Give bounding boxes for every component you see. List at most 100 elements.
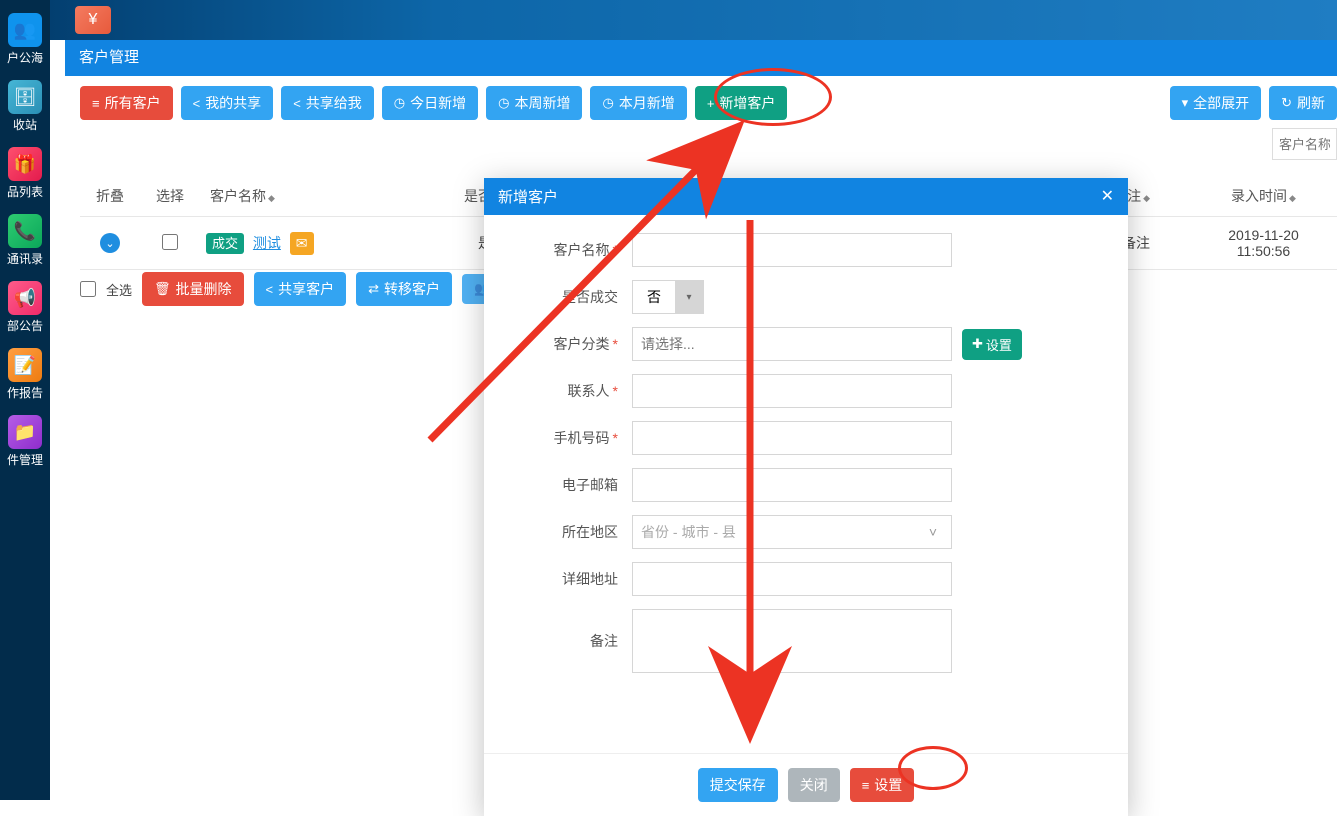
region-select[interactable]: 省份 - 城市 - 县 xyxy=(632,515,952,549)
sidebar-label: 件管理 xyxy=(7,453,43,467)
expand-row-icon[interactable]: ⌄ xyxy=(100,233,120,253)
label: 电子邮箱 xyxy=(562,477,618,493)
sidebar-label: 部公告 xyxy=(7,319,43,333)
btn-shared-to-me[interactable]: < 共享给我 xyxy=(281,86,374,120)
btn-label: 刷新 xyxy=(1297,93,1325,113)
chevron-down-icon: ▾ xyxy=(675,281,703,313)
btn-month-new[interactable]: ◷本月新增 xyxy=(590,86,686,120)
phone-icon: 📞 xyxy=(8,214,42,248)
sidebar-item-4[interactable]: 📢 部公告 xyxy=(0,273,50,340)
field-region: 所在地区省份 - 城市 - 县 xyxy=(512,515,1100,549)
modal-footer: 提交保存 关闭 ≡设置 xyxy=(484,753,1128,816)
btn-label: 新增客户 xyxy=(719,93,775,113)
share-icon: < xyxy=(293,96,301,111)
btn-my-share[interactable]: < 我的共享 xyxy=(181,86,274,120)
btn-label: 设置 xyxy=(874,775,902,795)
btn-all-customers[interactable]: ≡ 所有客户 xyxy=(80,86,173,120)
btn-label: 我的共享 xyxy=(205,93,261,113)
finance-chip[interactable]: ¥ xyxy=(75,6,111,34)
region-placeholder: 省份 - 城市 - 县 xyxy=(641,522,736,542)
btn-label: 本周新增 xyxy=(514,93,570,113)
folder-icon: 📁 xyxy=(8,415,42,449)
label: 详细地址 xyxy=(562,571,618,587)
field-name: 客户名称* xyxy=(512,233,1100,267)
bulk-action-bar: 全选 🗑批量删除 <共享客户 ⇄转移客户 👥 xyxy=(80,272,502,306)
sidebar-item-5[interactable]: 📝 作报告 xyxy=(0,340,50,407)
search-input[interactable] xyxy=(1272,128,1337,160)
people-icon: 👥 xyxy=(8,13,42,47)
address-input[interactable] xyxy=(632,562,952,596)
field-contact: 联系人* xyxy=(512,374,1100,408)
col-select[interactable]: 选择 xyxy=(140,176,200,217)
btn-submit[interactable]: 提交保存 xyxy=(698,768,778,802)
modal-header: 新增客户 ✕ xyxy=(484,178,1128,215)
btn-label: 转移客户 xyxy=(384,279,440,299)
sidebar-item-1[interactable]: 🗄 收站 xyxy=(0,72,50,139)
deal-value: 否 xyxy=(633,287,675,307)
megaphone-icon: 📢 xyxy=(8,281,42,315)
edit-icon: 📝 xyxy=(8,348,42,382)
sidebar-label: 收站 xyxy=(13,118,37,132)
field-phone: 手机号码* xyxy=(512,421,1100,455)
col-time[interactable]: 录入时间 xyxy=(1190,176,1337,217)
page-title: 客户管理 xyxy=(65,40,1337,76)
customer-link[interactable]: 测试 xyxy=(253,235,281,251)
clock-icon: ◷ xyxy=(394,95,405,111)
sidebar-item-6[interactable]: 📁 件管理 xyxy=(0,407,50,474)
close-icon[interactable]: ✕ xyxy=(1101,186,1114,207)
cell-time: 2019-11-2011:50:56 xyxy=(1190,217,1337,270)
btn-week-new[interactable]: ◷ 本周新增 xyxy=(486,86,582,120)
sidebar-item-0[interactable]: 👥户公海 xyxy=(0,5,50,72)
modal-body: 客户名称* 是否成交 否▾ 客户分类*✚设置 联系人* 手机号码* 电子邮箱 所… xyxy=(484,215,1128,753)
btn-bulk-delete[interactable]: 🗑批量删除 xyxy=(142,272,244,306)
plus-icon: + xyxy=(707,96,715,111)
btn-settings[interactable]: ≡设置 xyxy=(850,768,915,802)
plus-icon: ✚ xyxy=(972,336,983,352)
exchange-icon: ⇄ xyxy=(368,281,379,297)
field-email: 电子邮箱 xyxy=(512,468,1100,502)
list-icon: ≡ xyxy=(92,96,100,111)
phone-input[interactable] xyxy=(632,421,952,455)
select-all-label: 全选 xyxy=(106,280,132,299)
row-checkbox[interactable] xyxy=(162,234,178,250)
trash-icon: 🗑 xyxy=(154,281,171,297)
category-input[interactable] xyxy=(632,327,952,361)
field-deal: 是否成交 否▾ xyxy=(512,280,1100,314)
customer-name-input[interactable] xyxy=(632,233,952,267)
remark-input[interactable] xyxy=(632,609,952,673)
field-remark: 备注 xyxy=(512,609,1100,673)
sidebar-label: 作报告 xyxy=(7,386,43,400)
top-strip xyxy=(50,0,1337,40)
deal-badge: 成交 xyxy=(206,233,244,254)
category-set-button[interactable]: ✚设置 xyxy=(962,329,1022,360)
sidebar-item-3[interactable]: 📞通讯录 xyxy=(0,206,50,273)
search-area xyxy=(1272,128,1337,160)
email-input[interactable] xyxy=(632,468,952,502)
btn-add-customer[interactable]: + 新增客户 xyxy=(695,86,788,120)
clock-icon: ◷ xyxy=(602,95,613,111)
deal-select[interactable]: 否▾ xyxy=(632,280,704,314)
col-fold[interactable]: 折叠 xyxy=(80,176,140,217)
sidebar-item-2[interactable]: 🎁品列表 xyxy=(0,139,50,206)
btn-label: 所有客户 xyxy=(105,93,161,113)
share-icon: < xyxy=(193,96,201,111)
label: 客户名称 xyxy=(554,242,610,258)
btn-label: 共享给我 xyxy=(306,93,362,113)
sidebar-label: 品列表 xyxy=(7,185,43,199)
share-icon: < xyxy=(266,282,274,297)
contact-input[interactable] xyxy=(632,374,952,408)
field-category: 客户分类*✚设置 xyxy=(512,327,1100,361)
btn-close[interactable]: 关闭 xyxy=(788,768,840,802)
col-name[interactable]: 客户名称 xyxy=(200,176,440,217)
archive-icon: 🗄 xyxy=(8,80,42,114)
clock-icon: ◷ xyxy=(498,95,509,111)
mail-icon[interactable]: ✉ xyxy=(290,232,314,255)
label: 联系人 xyxy=(568,383,610,399)
btn-transfer-customer[interactable]: ⇄ 转移客户 xyxy=(356,272,452,306)
label: 是否成交 xyxy=(562,289,618,305)
btn-share-customer[interactable]: <共享客户 xyxy=(254,272,347,306)
select-all-checkbox[interactable] xyxy=(80,281,96,297)
btn-expand-all[interactable]: ▾全部展开 xyxy=(1170,86,1262,120)
btn-refresh[interactable]: ↻刷新 xyxy=(1269,86,1337,120)
btn-today-new[interactable]: ◷今日新增 xyxy=(382,86,478,120)
